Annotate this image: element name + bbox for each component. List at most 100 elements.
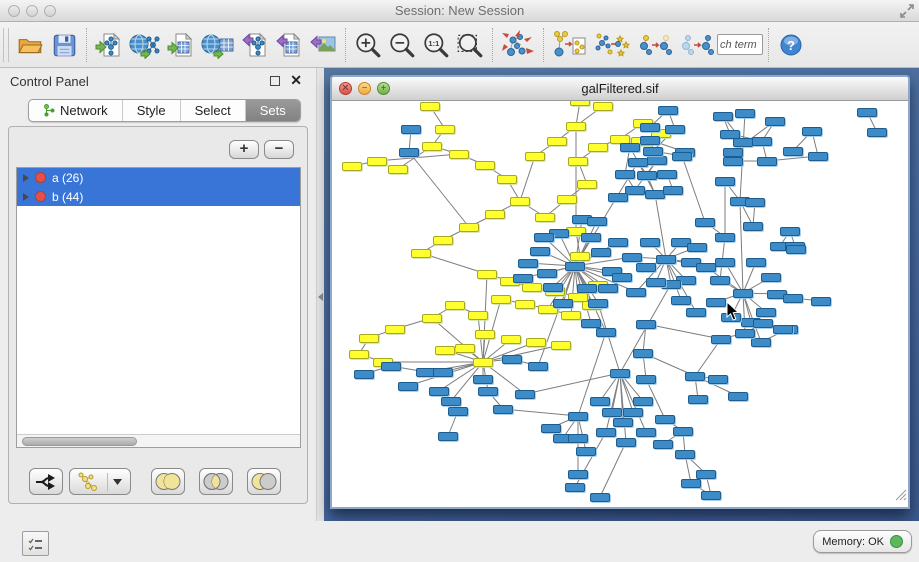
apply-layout-button[interactable] [498, 27, 538, 63]
graph-node-blue[interactable] [615, 170, 635, 179]
difference-sets-button[interactable] [247, 468, 281, 495]
graph-node-blue[interactable] [808, 152, 828, 161]
graph-node-blue[interactable] [502, 355, 522, 364]
disclosure-triangle-icon[interactable] [23, 193, 29, 201]
close-panel-icon[interactable]: ✕ [290, 72, 302, 89]
graph-node-blue[interactable] [493, 405, 513, 414]
sets-list-hscrollbar[interactable] [17, 434, 300, 447]
graph-node-blue[interactable] [658, 106, 678, 115]
graph-node-blue[interactable] [543, 283, 563, 292]
graph-node-yellow[interactable] [435, 125, 455, 134]
graph-node-blue[interactable] [773, 325, 793, 334]
graph-node-yellow[interactable] [515, 300, 535, 309]
new-network-from-selection-button[interactable] [549, 27, 591, 63]
disclosure-triangle-icon[interactable] [23, 174, 29, 182]
graph-node-yellow[interactable] [557, 195, 577, 204]
graph-node-blue[interactable] [518, 259, 538, 268]
graph-node-blue[interactable] [429, 387, 449, 396]
graph-node-blue[interactable] [587, 217, 607, 226]
graph-node-blue[interactable] [710, 276, 730, 285]
intersect-sets-button[interactable] [199, 468, 233, 495]
import-table-url-button[interactable] [198, 27, 238, 63]
graph-node-blue[interactable] [636, 375, 656, 384]
graph-node-blue[interactable] [706, 298, 726, 307]
graph-node-yellow[interactable] [349, 350, 369, 359]
graph-node-blue[interactable] [581, 319, 601, 328]
graph-node-yellow[interactable] [561, 311, 581, 320]
graph-node-yellow[interactable] [535, 213, 555, 222]
graph-node-yellow[interactable] [420, 102, 440, 111]
graph-node-blue[interactable] [745, 198, 765, 207]
graph-node-blue[interactable] [608, 238, 628, 247]
export-image-button[interactable] [306, 27, 340, 63]
graph-node-blue[interactable] [568, 412, 588, 421]
export-network-button[interactable] [238, 27, 272, 63]
graph-node-yellow[interactable] [477, 270, 497, 279]
graph-node-blue[interactable] [633, 349, 653, 358]
graph-node-blue[interactable] [675, 450, 695, 459]
graph-node-yellow[interactable] [473, 358, 493, 367]
graph-node-blue[interactable] [735, 109, 755, 118]
graph-node-yellow[interactable] [510, 197, 530, 206]
graph-node-blue[interactable] [636, 428, 656, 437]
graph-node-blue[interactable] [640, 238, 660, 247]
graph-node-blue[interactable] [591, 248, 611, 257]
open-session-button[interactable] [13, 27, 47, 63]
zoom-selected-button[interactable] [453, 27, 487, 63]
task-history-button[interactable] [22, 531, 49, 556]
graph-node-blue[interactable] [441, 397, 461, 406]
graph-node-blue[interactable] [616, 438, 636, 447]
graph-node-yellow[interactable] [475, 330, 495, 339]
graph-node-blue[interactable] [622, 253, 642, 262]
graph-node-blue[interactable] [628, 158, 648, 167]
graph-node-yellow[interactable] [445, 301, 465, 310]
graph-node-blue[interactable] [637, 171, 657, 180]
graph-node-yellow[interactable] [422, 142, 442, 151]
graph-node-blue[interactable] [399, 148, 419, 157]
graph-node-blue[interactable] [596, 428, 616, 437]
graph-node-yellow[interactable] [491, 295, 511, 304]
graph-node-blue[interactable] [867, 128, 887, 137]
graph-node-blue[interactable] [715, 233, 735, 242]
split-sets-button[interactable] [29, 468, 63, 495]
graph-node-yellow[interactable] [475, 161, 495, 170]
graph-node-blue[interactable] [715, 177, 735, 186]
graph-node-blue[interactable] [537, 269, 557, 278]
graph-node-blue[interactable] [625, 186, 645, 195]
splitter-collapse-arrow[interactable] [318, 293, 323, 301]
graph-node-blue[interactable] [640, 136, 660, 145]
graph-node-yellow[interactable] [522, 283, 542, 292]
show-all-button[interactable] [675, 27, 717, 63]
graph-node-blue[interactable] [588, 299, 608, 308]
memory-status-button[interactable]: Memory: OK [813, 530, 912, 553]
fullscreen-icon[interactable] [899, 3, 915, 24]
graph-node-blue[interactable] [381, 362, 401, 371]
graph-node-yellow[interactable] [497, 175, 517, 184]
graph-node-blue[interactable] [576, 447, 596, 456]
graph-node-blue[interactable] [623, 408, 643, 417]
set-row[interactable]: a (26) [17, 168, 300, 187]
graph-node-blue[interactable] [636, 320, 656, 329]
graph-node-blue[interactable] [581, 233, 601, 242]
graph-node-blue[interactable] [401, 125, 421, 134]
zoom-out-button[interactable] [385, 27, 419, 63]
zoom-fit-button[interactable]: 1:1 [419, 27, 453, 63]
graph-node-blue[interactable] [515, 390, 535, 399]
union-sets-button[interactable] [151, 468, 185, 495]
graph-node-blue[interactable] [590, 397, 610, 406]
graph-node-yellow[interactable] [449, 150, 469, 159]
graph-node-blue[interactable] [746, 258, 766, 267]
network-frame-titlebar[interactable]: ✕ − + galFiltered.sif [332, 77, 908, 101]
graph-node-blue[interactable] [653, 440, 673, 449]
graph-node-blue[interactable] [783, 294, 803, 303]
graph-node-blue[interactable] [753, 319, 773, 328]
graph-node-blue[interactable] [528, 362, 548, 371]
graph-node-blue[interactable] [590, 493, 610, 502]
graph-node-blue[interactable] [596, 328, 616, 337]
set-row[interactable]: b (44) [17, 187, 300, 206]
graph-node-blue[interactable] [696, 263, 716, 272]
graph-node-yellow[interactable] [547, 137, 567, 146]
graph-node-blue[interactable] [681, 479, 701, 488]
graph-node-blue[interactable] [733, 289, 753, 298]
graph-node-yellow[interactable] [551, 341, 571, 350]
